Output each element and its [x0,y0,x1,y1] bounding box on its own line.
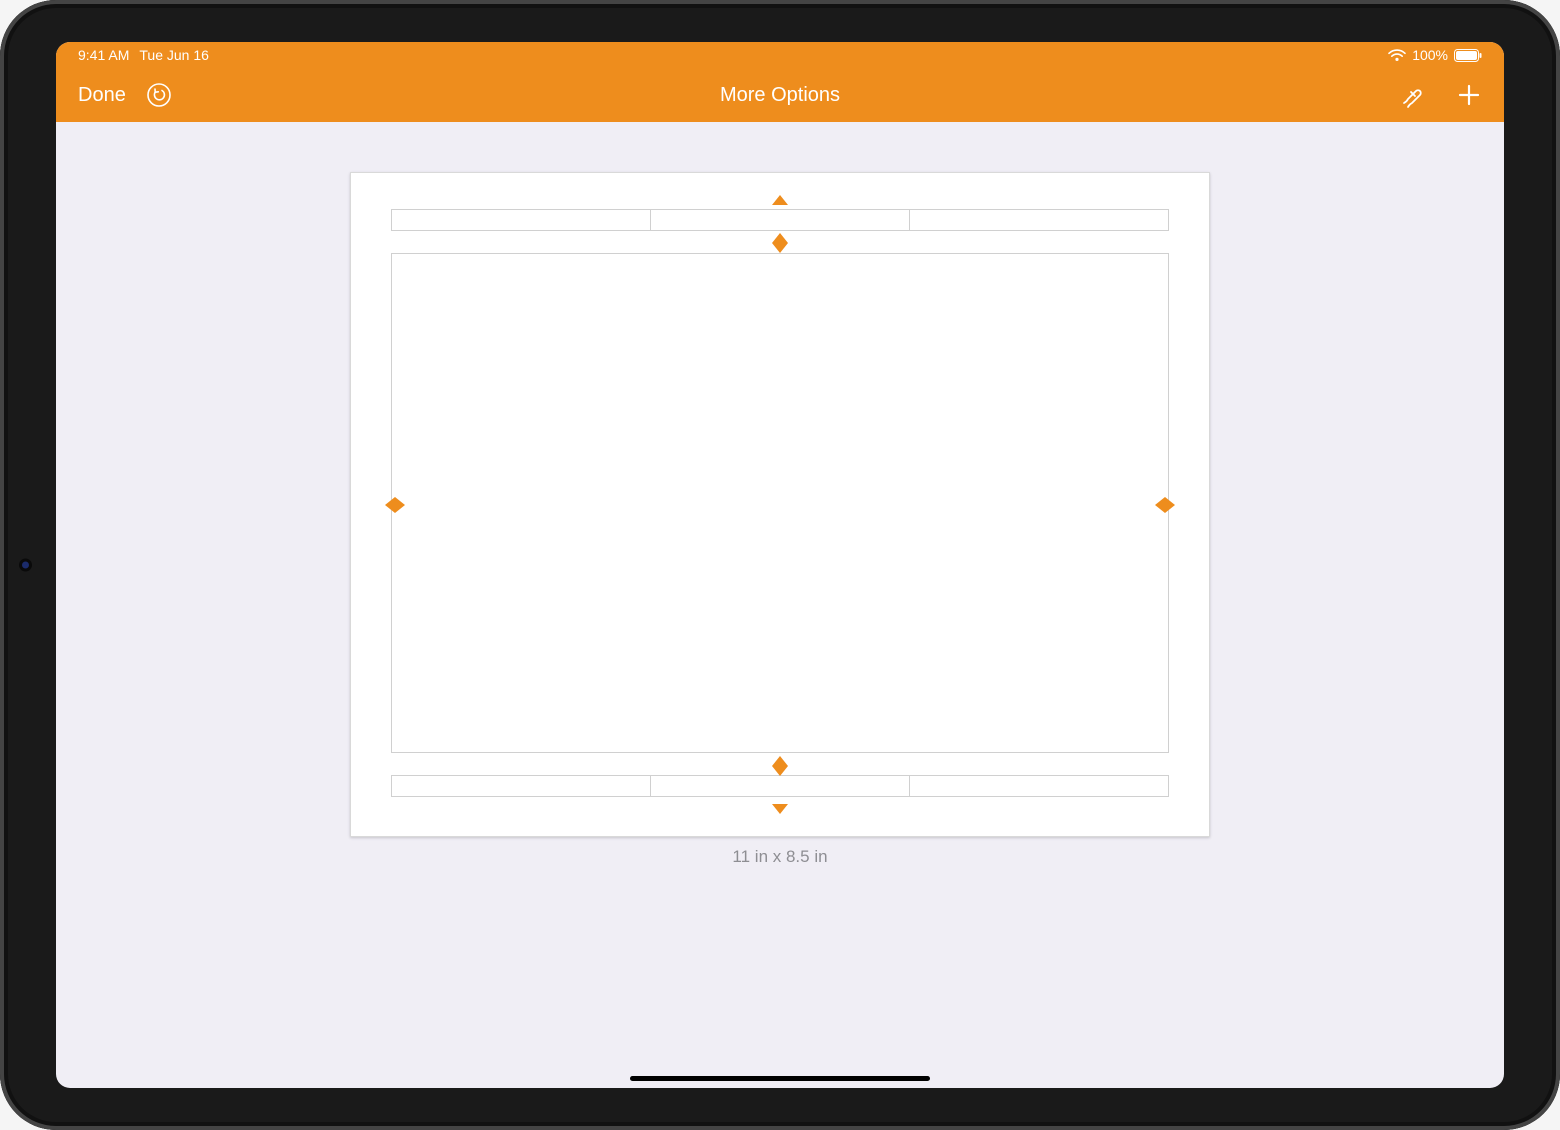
add-button[interactable] [1456,82,1482,108]
undo-button[interactable] [146,82,172,108]
camera-dot [22,562,29,569]
header-cell-center[interactable] [651,210,910,230]
footer-cell-left[interactable] [392,776,651,796]
footer-cell-right[interactable] [910,776,1168,796]
ipad-device-frame: 9:41 AM Tue Jun 16 100% [0,0,1560,1130]
document-page[interactable] [350,172,1210,837]
right-margin-handle[interactable] [1155,497,1175,513]
bottom-margin-outer-handle[interactable] [772,804,788,814]
status-bar: 9:41 AM Tue Jun 16 100% [56,42,1504,68]
header-cell-right[interactable] [910,210,1168,230]
toolbar: Done More Options [56,68,1504,122]
header-cell-left[interactable] [392,210,651,230]
wifi-icon [1388,49,1406,62]
home-indicator[interactable] [630,1076,930,1081]
status-date: Tue Jun 16 [139,47,209,63]
bottom-margin-handle[interactable] [772,756,788,776]
header-area[interactable] [391,209,1169,231]
footer-cell-center[interactable] [651,776,910,796]
footer-area[interactable] [391,775,1169,797]
screen: 9:41 AM Tue Jun 16 100% [56,42,1504,1088]
page-title[interactable]: More Options [56,84,1504,107]
left-margin-handle[interactable] [385,497,405,513]
body-area[interactable] [391,253,1169,753]
page-size-label: 11 in x 8.5 in [732,847,827,867]
battery-icon [1454,49,1482,62]
done-button[interactable]: Done [78,84,126,107]
battery-percent: 100% [1412,47,1448,63]
format-brush-button[interactable] [1398,81,1426,109]
canvas-area[interactable]: 11 in x 8.5 in [56,122,1504,1088]
top-margin-handle[interactable] [772,233,788,253]
status-time: 9:41 AM [78,47,129,63]
top-margin-outer-handle[interactable] [772,195,788,205]
